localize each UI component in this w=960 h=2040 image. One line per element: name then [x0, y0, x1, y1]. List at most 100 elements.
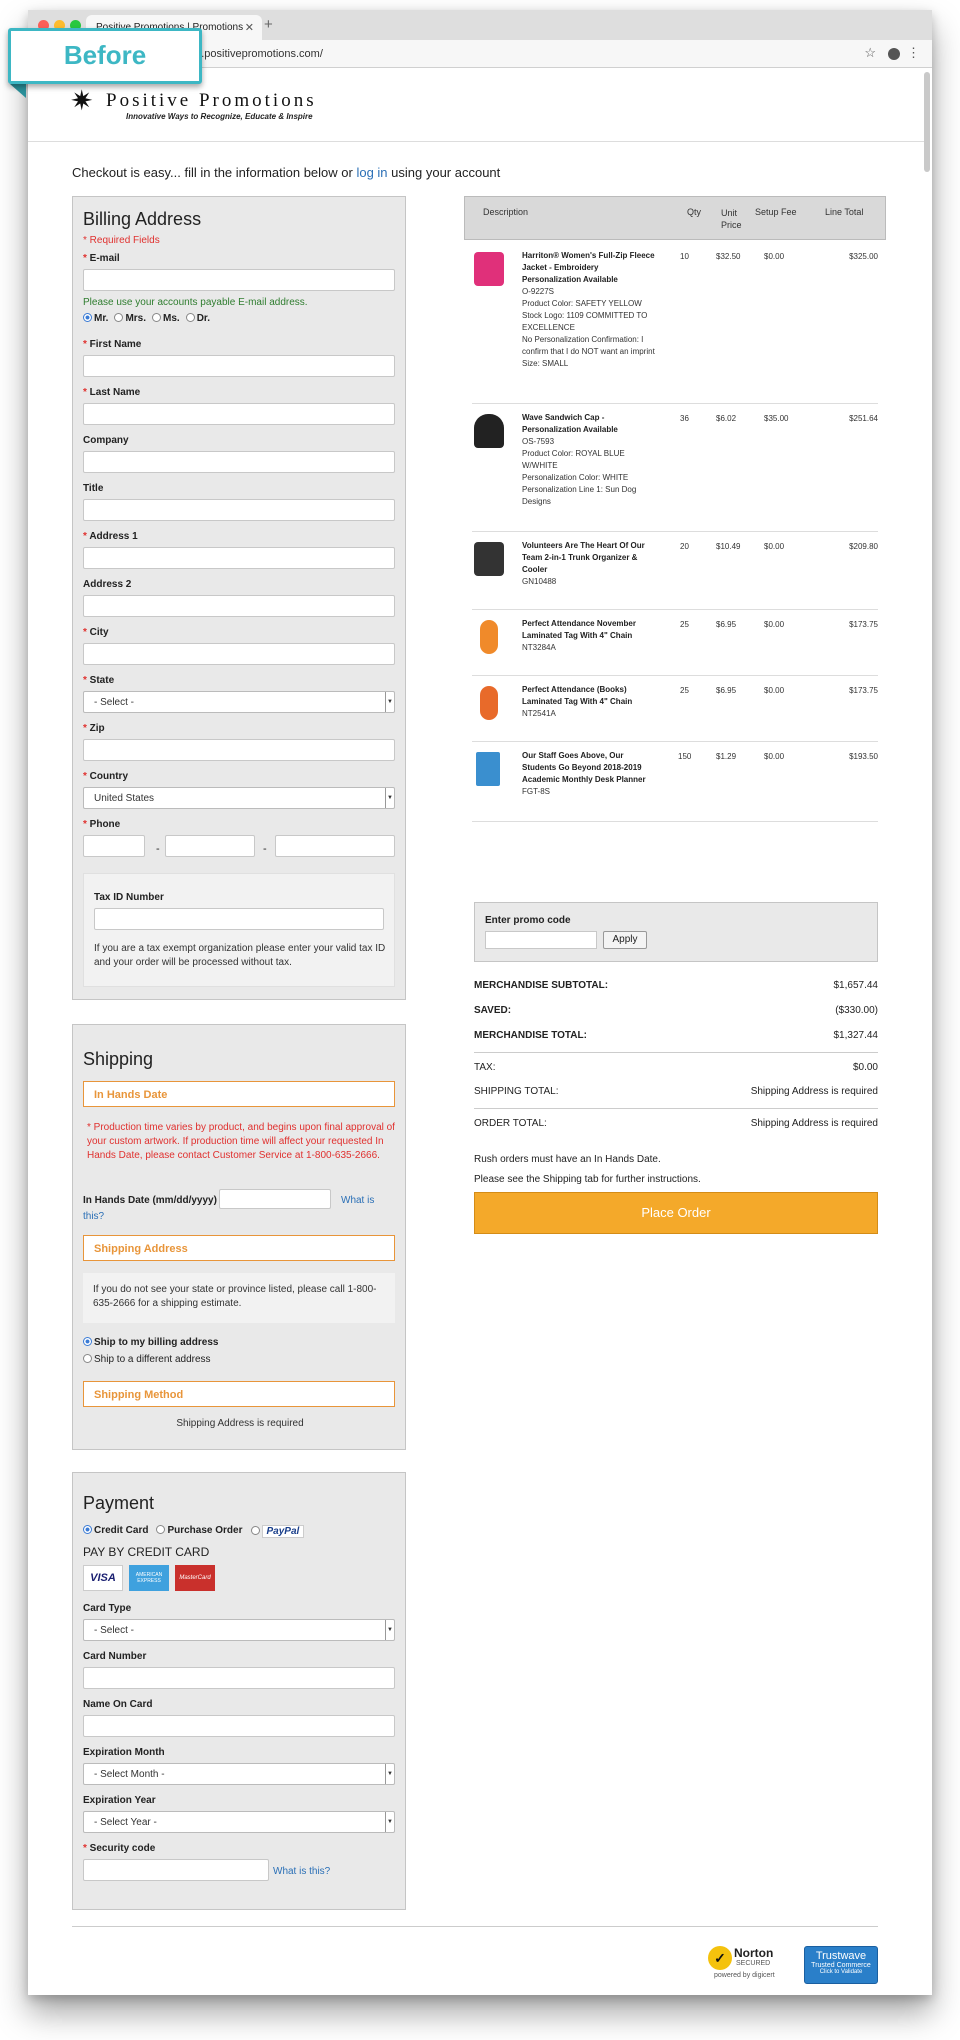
norton-seal[interactable]: ✓ Norton SECURED powered by digicert — [708, 1942, 794, 1982]
item-qty: 10 — [680, 252, 689, 261]
product-image[interactable] — [480, 620, 498, 654]
card-number-label: Card Number — [83, 1651, 147, 1662]
salutation-radios: Mr. Mrs. Ms. Dr. — [83, 313, 210, 324]
saved-row: SAVED: ($330.00) — [474, 1005, 878, 1016]
amex-logo: AMERICAN EXPRESS — [129, 1565, 169, 1591]
city-field[interactable] — [83, 643, 395, 665]
account-icon[interactable] — [888, 48, 900, 60]
purchase-order-radio[interactable]: Purchase Order — [156, 1525, 243, 1538]
email-hint: Please use your accounts payable E-mail … — [83, 297, 308, 308]
address2-label: Address 2 — [83, 579, 132, 590]
name-on-card-label: Name On Card — [83, 1699, 153, 1710]
chevron-down-icon: ▼ — [385, 1764, 394, 1784]
salutation-mr[interactable]: Mr. — [83, 313, 108, 324]
salutation-dr[interactable]: Dr. — [185, 313, 210, 324]
col-description: Description — [483, 207, 529, 217]
cart-row: Volunteers Are The Heart Of Our Team 2-i… — [472, 540, 878, 610]
product-image[interactable] — [474, 414, 504, 448]
ship-different-radio[interactable]: Ship to a different address — [83, 1354, 211, 1365]
checkmark-icon: ✓ — [708, 1946, 732, 1970]
title-field[interactable] — [83, 499, 395, 521]
chevron-down-icon: ▼ — [385, 692, 394, 712]
cart-row: Perfect Attendance November Laminated Ta… — [472, 618, 878, 676]
chevron-down-icon: ▼ — [385, 1812, 394, 1832]
in-hands-what-link[interactable]: What is this? — [83, 1193, 395, 1225]
product-image[interactable] — [480, 686, 498, 720]
ship-billing-radio[interactable]: Ship to my billing address — [83, 1337, 218, 1348]
promo-code-field[interactable] — [485, 931, 597, 949]
company-field[interactable] — [83, 451, 395, 473]
salutation-ms[interactable]: Ms. — [152, 313, 180, 324]
checkout-intro: Checkout is easy... fill in the informat… — [72, 165, 501, 180]
item-setup-fee: $0.00 — [764, 752, 785, 761]
phone-area-field[interactable] — [83, 835, 145, 857]
item-unit-price: $10.49 — [716, 542, 741, 551]
last-name-field[interactable] — [83, 403, 395, 425]
scrollbar[interactable] — [924, 72, 930, 172]
item-unit-price: $6.95 — [716, 686, 737, 695]
item-qty: 25 — [680, 620, 689, 629]
address1-field[interactable] — [83, 547, 395, 569]
close-tab-icon[interactable]: ✕ — [245, 21, 254, 34]
card-number-field[interactable] — [83, 1667, 395, 1689]
paypal-radio[interactable]: PayPal — [250, 1525, 305, 1538]
item-unit-price: $1.29 — [716, 752, 737, 761]
payment-title: Payment — [83, 1493, 155, 1513]
shipping-title: Shipping — [83, 1049, 154, 1069]
col-setup-fee: Setup Fee — [755, 207, 797, 217]
brand-name[interactable]: Positive Promotions — [106, 90, 317, 112]
email-field[interactable] — [83, 269, 395, 291]
trustwave-seal[interactable]: Trustwave Trusted Commerce Click to Vali… — [804, 1946, 878, 1984]
product-image[interactable] — [474, 252, 504, 286]
exp-month-select[interactable]: - Select Month - ▼ — [83, 1763, 395, 1785]
cart-row: Our Staff Goes Above, Our Students Go Be… — [472, 750, 878, 822]
chevron-down-icon: ▼ — [385, 788, 394, 808]
first-name-field[interactable] — [83, 355, 395, 377]
phone-line-field[interactable] — [275, 835, 395, 857]
before-badge: Before — [8, 28, 202, 84]
product-image[interactable] — [476, 752, 500, 786]
card-type-label: Card Type — [83, 1603, 132, 1614]
new-tab-icon[interactable]: + — [264, 16, 273, 33]
item-setup-fee: $0.00 — [764, 542, 785, 551]
tax-id-field[interactable] — [94, 908, 384, 930]
tax-label: Tax ID Number — [94, 892, 164, 903]
credit-card-radio[interactable]: Credit Card — [83, 1525, 148, 1538]
col-line-total: Line Total — [825, 207, 864, 217]
apply-button[interactable]: Apply — [603, 931, 647, 949]
state-select[interactable]: - Select - ▼ — [83, 691, 395, 713]
country-select[interactable]: United States ▼ — [83, 787, 395, 809]
cart-row: Wave Sandwich Cap - Personalization Avai… — [472, 412, 878, 532]
menu-icon[interactable]: ⋮ — [907, 45, 920, 61]
cart-row: Perfect Attendance (Books) Laminated Tag… — [472, 684, 878, 742]
order-total-row: ORDER TOTAL: Shipping Address is required — [474, 1118, 878, 1129]
company-label: Company — [83, 435, 129, 446]
shipping-address-note: If you do not see your state or province… — [93, 1284, 377, 1309]
salutation-mrs[interactable]: Mrs. — [114, 313, 146, 324]
item-line-total: $209.80 — [849, 542, 878, 551]
phone-prefix-field[interactable] — [165, 835, 255, 857]
cart-table-header: Description Qty Unit Price Setup Fee Lin… — [464, 196, 886, 240]
item-line-total: $251.64 — [849, 414, 878, 423]
production-note: * Production time varies by product, and… — [87, 1122, 395, 1161]
exp-year-select[interactable]: - Select Year - ▼ — [83, 1811, 395, 1833]
name-on-card-field[interactable] — [83, 1715, 395, 1737]
merch-total-row: MERCHANDISE TOTAL: $1,327.44 — [474, 1030, 878, 1041]
logo-star-icon: ✷ — [70, 85, 94, 116]
place-order-button[interactable]: Place Order — [474, 1192, 878, 1234]
exp-month-label: Expiration Month — [83, 1747, 165, 1758]
card-type-select[interactable]: - Select - ▼ — [83, 1619, 395, 1641]
security-what-link[interactable]: What is this? — [273, 1865, 330, 1879]
tax-note: If you are a tax exempt organization ple… — [94, 943, 386, 968]
login-link[interactable]: log in — [356, 165, 387, 180]
in-hands-header: In Hands Date — [83, 1081, 395, 1107]
item-setup-fee: $0.00 — [764, 620, 785, 629]
paypal-logo: PayPal — [261, 1525, 305, 1538]
security-code-field[interactable] — [83, 1859, 269, 1881]
bookmark-star-icon[interactable]: ☆ — [864, 45, 876, 61]
product-image[interactable] — [474, 542, 504, 576]
zip-field[interactable] — [83, 739, 395, 761]
item-setup-fee: $35.00 — [764, 414, 789, 423]
address2-field[interactable] — [83, 595, 395, 617]
tax-row: TAX: $0.00 — [474, 1062, 878, 1073]
